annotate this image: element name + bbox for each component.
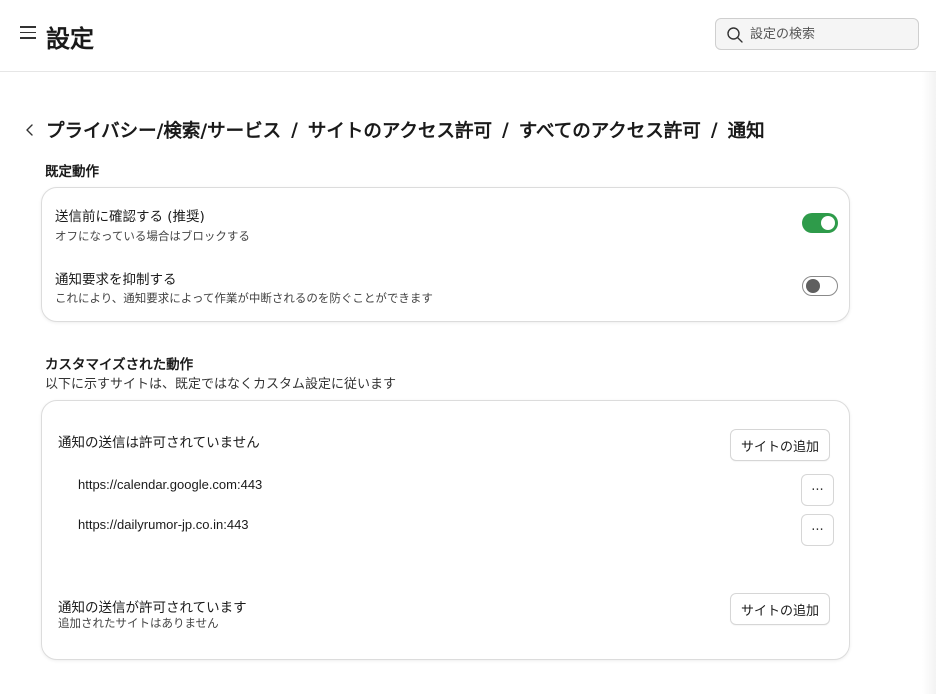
default-behavior-heading: 既定動作 <box>45 164 99 180</box>
ask-before-send-title: 送信前に確認する (推奨) <box>55 209 205 225</box>
quiet-requests-toggle[interactable] <box>802 276 838 296</box>
ask-before-send-description: オフになっている場合はブロックする <box>55 229 250 243</box>
quiet-requests-description: これにより、通知要求によって作業が中断されるのを防ぐことができます <box>55 291 433 305</box>
search-icon <box>727 27 743 43</box>
custom-behavior-subheading: 以下に示すサイトは、既定ではなくカスタム設定に従います <box>45 377 397 392</box>
blocked-section-title: 通知の送信は許可されていません <box>58 435 260 451</box>
breadcrumb-separator: / <box>710 119 718 141</box>
blocked-site-url: https://calendar.google.com:443 <box>78 477 263 492</box>
scroll-edge <box>922 72 936 694</box>
allowed-section-title: 通知の送信が許可されています <box>58 600 247 616</box>
blocked-site-url: https://dailyrumor-jp.co.in:443 <box>78 517 249 532</box>
more-options-button[interactable]: ··· <box>801 514 834 546</box>
breadcrumb: プライバシー/検索/サービス / サイトのアクセス許可 / すべてのアクセス許可… <box>22 116 765 144</box>
quiet-requests-title: 通知要求を抑制する <box>55 272 177 288</box>
breadcrumb-item-site-permissions[interactable]: サイトのアクセス許可 <box>308 117 492 143</box>
breadcrumb-item-notifications: 通知 <box>727 121 765 142</box>
breadcrumb-separator: / <box>291 119 298 141</box>
breadcrumb-item-all-permissions[interactable]: すべてのアクセス許可 <box>519 117 701 143</box>
custom-behavior-heading: カスタマイズされた動作 <box>45 357 194 373</box>
ask-before-send-toggle[interactable] <box>802 213 838 233</box>
default-behavior-card: 送信前に確認する (推奨) オフになっている場合はブロックする 通知要求を抑制す… <box>41 187 850 322</box>
hamburger-menu-icon[interactable] <box>20 26 38 42</box>
page-title: 設定 <box>46 25 94 53</box>
top-header: 設定 <box>0 0 936 72</box>
add-allowed-site-button[interactable]: サイトの追加 <box>730 593 831 625</box>
allowed-empty-text: 追加されたサイトはありません <box>58 616 219 630</box>
back-chevron-icon[interactable] <box>22 122 38 138</box>
search-box[interactable] <box>715 18 919 50</box>
breadcrumb-separator: / <box>502 119 509 141</box>
more-options-button[interactable]: ··· <box>801 474 834 506</box>
search-input[interactable] <box>750 19 914 49</box>
breadcrumb-item-privacy[interactable]: プライバシー/検索/サービス <box>46 117 281 143</box>
add-blocked-site-button[interactable]: サイトの追加 <box>730 429 831 461</box>
